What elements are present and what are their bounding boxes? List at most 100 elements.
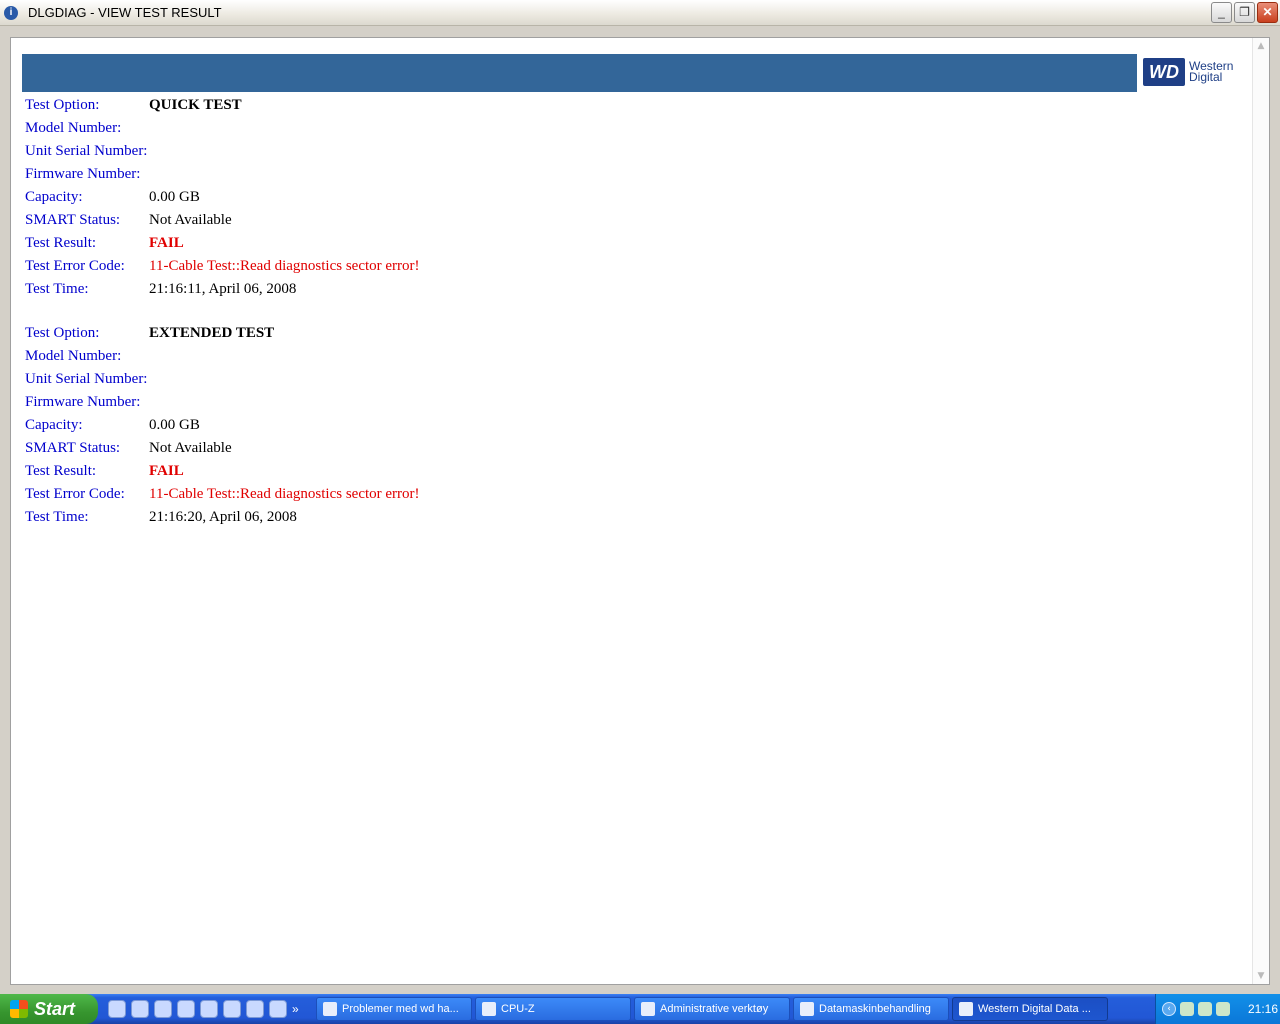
test-results: Test Option: QUICK TEST Model Number: Uni…: [25, 94, 420, 529]
result-row: Test Time: 21:16:20, April 06, 2008: [25, 506, 420, 529]
app-icon[interactable]: [223, 1000, 241, 1018]
result-row: Firmware Number:: [25, 391, 420, 414]
field-label: Firmware Number:: [25, 166, 141, 182]
result-row: Test Option: EXTENDED TEST: [25, 322, 420, 345]
close-button[interactable]: ✕: [1257, 2, 1278, 23]
task-label: Datamaskinbehandling: [819, 1003, 931, 1015]
windows-flag-icon: [10, 1000, 28, 1018]
smart-status-value: Not Available: [149, 212, 232, 228]
scroll-up-arrow-icon[interactable]: ▲: [1253, 38, 1269, 54]
test-time-value: 21:16:20, April 06, 2008: [149, 509, 297, 525]
field-label: Test Result:: [25, 463, 97, 479]
error-code-value: 11-Cable Test::Read diagnostics sector e…: [149, 486, 420, 502]
result-row: Test Error Code: 11-Cable Test::Read diag…: [25, 255, 420, 278]
minimize-button[interactable]: _: [1211, 2, 1232, 23]
task-label: Administrative verktøy: [660, 1003, 769, 1015]
header-banner: [22, 54, 1137, 92]
wd-icon: [959, 1002, 973, 1016]
network-icon[interactable]: [177, 1000, 195, 1018]
field-label: Unit Serial Number:: [25, 143, 148, 159]
cpuz-icon: [482, 1002, 496, 1016]
tray-app-icon[interactable]: [1180, 1002, 1194, 1016]
field-label: Unit Serial Number:: [25, 371, 148, 387]
taskbar-button-computer-management[interactable]: Datamaskinbehandling: [793, 997, 949, 1021]
result-row: Test Result: FAIL: [25, 460, 420, 483]
field-label: Test Option:: [25, 97, 100, 113]
task-label: Western Digital Data ...: [978, 1003, 1091, 1015]
result-row: Unit Serial Number:: [25, 140, 420, 163]
field-label: SMART Status:: [25, 440, 121, 456]
taskbar-button-firefox[interactable]: Problemer med wd ha...: [316, 997, 472, 1021]
title-bar[interactable]: i DLGDIAG - VIEW TEST RESULT _ ❐ ✕: [0, 0, 1280, 26]
test-option-value: QUICK TEST: [149, 97, 242, 113]
logo-line-2: Digital: [1189, 70, 1223, 84]
report-view: WD Western Digital Test Option: QUICK TES…: [10, 37, 1270, 985]
capacity-value: 0.00 GB: [149, 417, 200, 433]
calculator-icon[interactable]: [200, 1000, 218, 1018]
test-option-value: EXTENDED TEST: [149, 325, 275, 341]
quick-launch-more-icon[interactable]: »: [292, 1002, 299, 1016]
utorrent-icon[interactable]: [269, 1000, 287, 1018]
quick-test-block: Test Option: QUICK TEST Model Number: Uni…: [25, 94, 420, 301]
firefox-icon[interactable]: [108, 1000, 126, 1018]
field-label: Test Error Code:: [25, 258, 125, 274]
field-label: Test Time:: [25, 281, 89, 297]
computer-icon: [800, 1002, 814, 1016]
result-row: Test Result: FAIL: [25, 232, 420, 255]
media-icon[interactable]: [246, 1000, 264, 1018]
capacity-value: 0.00 GB: [149, 189, 200, 205]
scroll-down-arrow-icon[interactable]: ▼: [1253, 968, 1269, 984]
error-code-value: 11-Cable Test::Read diagnostics sector e…: [149, 258, 420, 274]
extended-test-block: Test Option: EXTENDED TEST Model Number: …: [25, 322, 420, 529]
smart-status-value: Not Available: [149, 440, 232, 456]
window-title: DLGDIAG - VIEW TEST RESULT: [28, 5, 222, 20]
skype-icon[interactable]: [154, 1000, 172, 1018]
field-label: Test Option:: [25, 325, 100, 341]
test-result-value: FAIL: [149, 463, 184, 479]
result-row: SMART Status: Not Available: [25, 437, 420, 460]
vertical-scrollbar[interactable]: ▲ ▼: [1252, 38, 1269, 984]
show-hidden-icons-icon[interactable]: ‹: [1162, 1002, 1176, 1016]
field-label: Test Error Code:: [25, 486, 125, 502]
result-row: Test Error Code: 11-Cable Test::Read diag…: [25, 483, 420, 506]
task-label: CPU-Z: [501, 1003, 535, 1015]
result-row: SMART Status: Not Available: [25, 209, 420, 232]
tray-network-icon[interactable]: [1198, 1002, 1212, 1016]
task-label: Problemer med wd ha...: [342, 1003, 459, 1015]
result-row: Test Option: QUICK TEST: [25, 94, 420, 117]
result-row: Firmware Number:: [25, 163, 420, 186]
info-icon: i: [4, 5, 18, 20]
result-row: Unit Serial Number:: [25, 368, 420, 391]
field-label: Firmware Number:: [25, 394, 141, 410]
field-label: Model Number:: [25, 348, 122, 364]
field-label: Capacity:: [25, 417, 83, 433]
clock[interactable]: 21:16: [1248, 1002, 1278, 1016]
taskbar-button-admin-tools[interactable]: Administrative verktøy: [634, 997, 790, 1021]
result-row: Model Number:: [25, 117, 420, 140]
result-row: Model Number:: [25, 345, 420, 368]
field-label: Test Result:: [25, 235, 97, 251]
maximize-button[interactable]: ❐: [1234, 2, 1255, 23]
result-row: Capacity: 0.00 GB: [25, 186, 420, 209]
system-tray: ‹ 21:16: [1155, 994, 1280, 1024]
internet-explorer-icon[interactable]: [131, 1000, 149, 1018]
western-digital-logo: WD Western Digital: [1143, 58, 1233, 86]
taskbar-button-cpuz[interactable]: CPU-Z: [475, 997, 631, 1021]
field-label: Model Number:: [25, 120, 122, 136]
test-result-value: FAIL: [149, 235, 184, 251]
start-label: Start: [34, 998, 76, 1019]
field-label: SMART Status:: [25, 212, 121, 228]
field-label: Test Time:: [25, 509, 89, 525]
test-time-value: 21:16:11, April 06, 2008: [149, 281, 297, 297]
quick-launch: »: [108, 1000, 313, 1018]
result-row: Test Time: 21:16:11, April 06, 2008: [25, 278, 420, 301]
start-button[interactable]: Start: [0, 994, 98, 1024]
result-row: Capacity: 0.00 GB: [25, 414, 420, 437]
tray-monitor-icon[interactable]: [1216, 1002, 1230, 1016]
admin-tools-icon: [641, 1002, 655, 1016]
taskbar: Start » Problemer med wd ha... CPU-Z Adm…: [0, 994, 1280, 1024]
taskbar-button-western-digital[interactable]: Western Digital Data ...: [952, 997, 1108, 1021]
firefox-icon: [323, 1002, 337, 1016]
wd-logo-mark: WD: [1143, 58, 1185, 86]
field-label: Capacity:: [25, 189, 83, 205]
